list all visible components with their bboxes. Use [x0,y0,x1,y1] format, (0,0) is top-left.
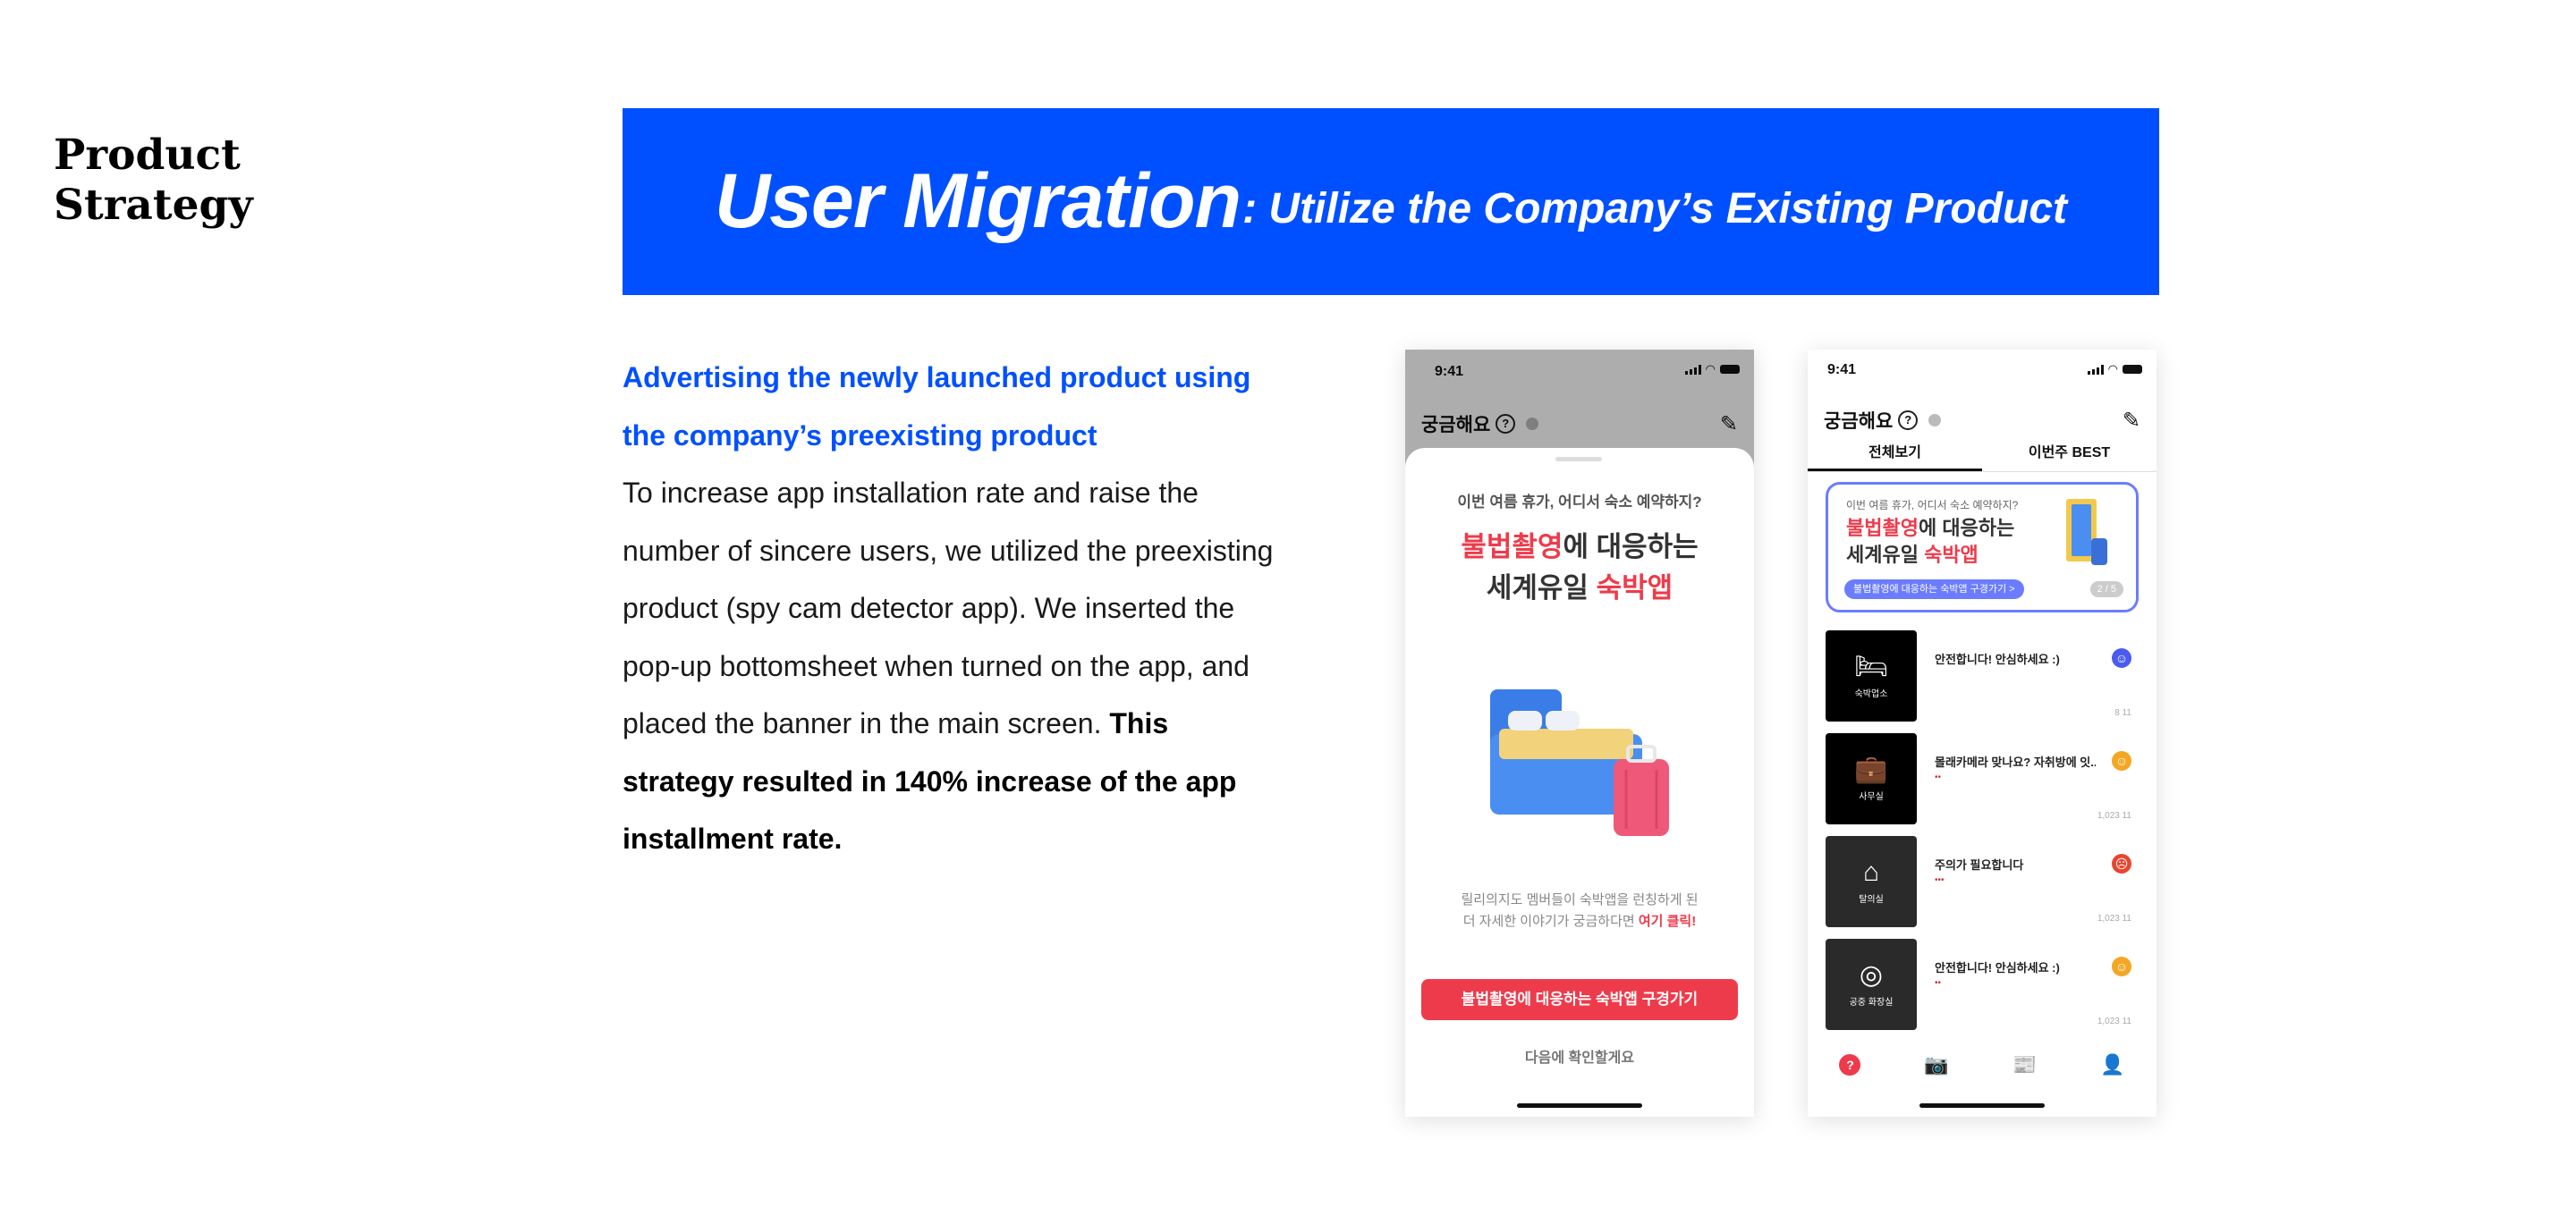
review-counts: 1,023 11 [2097,811,2131,821]
category-thumb: 💼 사무실 [1826,733,1917,824]
bed-icon: 🛏 [1853,652,1889,681]
sheet-headline: 불법촬영에 대응하는 세계유일 숙박앱 [1461,531,1699,604]
home-indicator [1919,1103,2045,1108]
section-title-line2: Strategy [54,181,253,230]
review-counts: 1,023 11 [2097,1017,2131,1026]
review-meta: •• [1935,978,1942,988]
help-icon[interactable]: ? [1898,410,1919,430]
neutral-face-icon: ☺ [2112,957,2131,976]
app-title: 궁금해요 [1824,411,1894,432]
phone-mockup-bottomsheet: 9:41 ◠ 궁금해요 ? ✎ 전체보기 이번주 BEST 이번 여름 휴가, … [1405,350,1754,1117]
tab-best[interactable]: 이번주 BEST [1982,435,2157,471]
review-item[interactable]: ◎ 공중 화장실 안전합니다! 안심하세요 :) •• ☺ 1,023 11 [1826,939,2140,1030]
review-item[interactable]: ⌂ 탈의실 주의가 필요합니다 ••• ☹ 1,023 11 [1826,836,2140,927]
nav-profile-icon[interactable]: 👤 [2100,1053,2124,1077]
nav-help-icon[interactable]: ? [1839,1054,1861,1076]
lead-text: Advertising the newly launched product u… [623,361,1251,452]
section-title-line1: Product [54,131,241,180]
status-bar: 9:41 ◠ [1808,350,2157,389]
safe-face-icon: ☺ [2112,648,2131,668]
description-block: Advertising the newly launched product u… [623,349,1284,868]
sheet-question: 이번 여름 휴가, 어디서 숙소 예약하지? [1457,494,1702,511]
review-title: 안전합니다! 안심하세요 :) [1935,961,2060,975]
promo-page-indicator: 2 / 5 [2089,581,2123,597]
nav-camera-icon[interactable]: 📷 [1924,1053,1948,1077]
nav-news-icon[interactable]: 📰 [2012,1053,2037,1077]
category-thumb: ⌂ 탈의실 [1826,836,1917,927]
sheet-drag-handle[interactable] [1555,457,1602,461]
warning-face-icon: ☹ [2112,854,2131,874]
review-title: 몰래카메라 맞나요? 자취방에 잇... [1935,756,2096,769]
tab-bar: 전체보기 이번주 BEST [1808,435,2157,472]
home-indicator [1517,1103,1642,1108]
app-bar: 궁금해요 ? ✎ [1824,405,2140,435]
review-item[interactable]: 💼 사무실 몰래카메라 맞나요? 자취방에 잇... •• ☺ 1,023 11 [1826,733,2140,824]
toilet-icon: ◎ [1859,960,1884,990]
review-item[interactable]: 🛏 숙박업소 안전합니다! 안심하세요 :) ☺ 8 11 [1826,630,2140,722]
review-meta: ••• [1935,875,1945,885]
phone-mockup-main: 9:41 ◠ 궁금해요 ? ✎ 전체보기 이번주 BEST 이번 여름 휴가, … [1808,350,2157,1117]
edit-pencil-icon[interactable]: ✎ [2123,408,2140,434]
door-luggage-icon [2066,499,2107,565]
review-counts: 1,023 11 [2097,914,2131,924]
review-title: 주의가 필요합니다 [1935,858,2024,872]
visit-app-button[interactable]: 불법촬영에 대응하는 숙박앱 구경가기 [1421,979,1738,1020]
later-button[interactable]: 다음에 확인할게요 [1405,1045,1754,1067]
sheet-description: 릴리의지도 멤버들이 숙박앱을 런칭하게 된 더 자세한 이야기가 궁금하다면 … [1461,892,1699,929]
battery-icon [2123,365,2142,374]
info-dot-icon [1928,414,1942,426]
briefcase-icon: 💼 [1854,755,1888,784]
more-info-link[interactable]: 여기 클릭! [1639,914,1696,929]
headline-banner: User Migration: Utilize the Company’s Ex… [623,108,2159,295]
bottom-nav: ? 📷 📰 👤 [1808,1047,2157,1083]
promo-banner[interactable]: 이번 여름 휴가, 어디서 숙소 예약하지? 불법촬영에 대응하는 세계유일 숙… [1826,482,2139,612]
section-title: Product Strategy [54,131,253,231]
banner-subtitle: : Utilize the Company’s Existing Product [1242,185,2067,232]
review-counts: 8 11 [2114,708,2131,718]
signal-icon [2087,364,2104,375]
banner-main-title: User Migration [714,158,1241,244]
promo-cta-pill[interactable]: 불법촬영에 대응하는 숙박앱 구경가기 > [1844,579,2024,599]
category-thumb: 🛏 숙박업소 [1826,630,1917,722]
promo-question: 이번 여름 휴가, 어디서 숙소 예약하지? [1846,499,2019,511]
promo-headline: 불법촬영에 대응하는 세계유일 숙박앱 [1846,517,2015,566]
review-title: 안전합니다! 안심하세요 :) [1935,653,2060,666]
hanger-icon: ⌂ [1862,857,1880,887]
category-thumb: ◎ 공중 화장실 [1826,939,1917,1030]
bottom-sheet: 이번 여름 휴가, 어디서 숙소 예약하지? 불법촬영에 대응하는 세계유일 숙… [1405,448,1754,1117]
neutral-face-icon: ☺ [2112,751,2131,771]
status-time: 9:41 [1827,362,1857,377]
review-meta: •• [1935,773,1942,782]
tab-all[interactable]: 전체보기 [1808,435,1982,471]
bed-luggage-illustration [1490,689,1669,836]
body-text: To increase app installation rate and ra… [623,477,1274,739]
wifi-icon: ◠ [2107,362,2118,376]
